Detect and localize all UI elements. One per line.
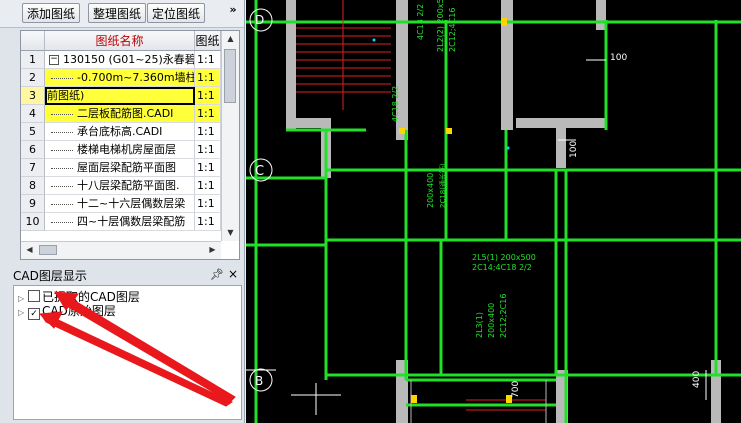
red-arrow-icon [40,315,234,407]
red-arrow-icon [57,292,236,403]
annotation-arrows [38,291,236,407]
